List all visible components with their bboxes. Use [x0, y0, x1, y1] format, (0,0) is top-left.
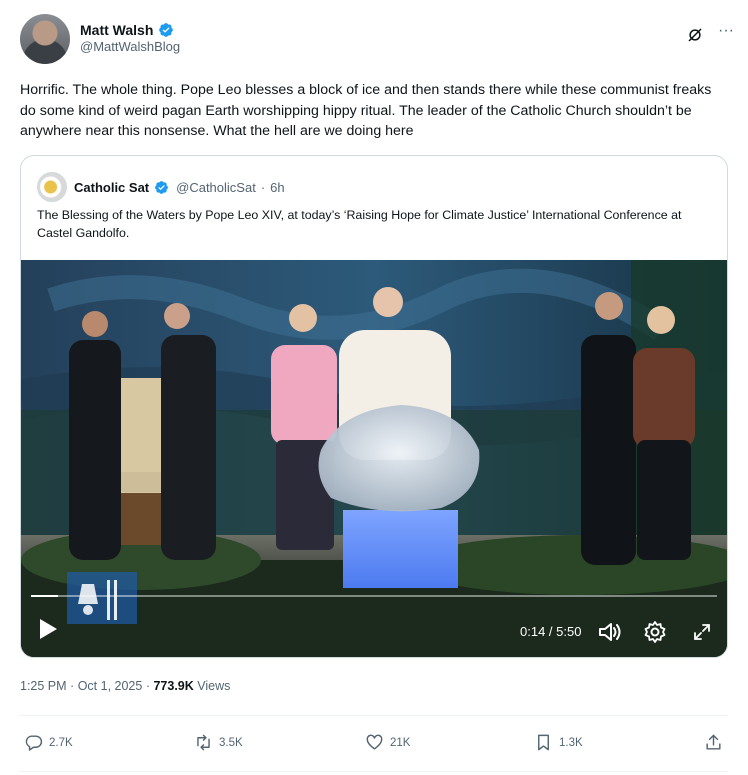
quoted-avatar[interactable]	[37, 172, 67, 202]
vatican-media-watermark	[67, 572, 137, 624]
like-count: 21K	[390, 736, 411, 749]
share-icon	[706, 734, 721, 750]
author-handle[interactable]: @MattWalshBlog	[80, 39, 180, 54]
action-bar: 2.7K 3.5K 21K 1.3K	[20, 733, 726, 759]
gear-icon[interactable]	[643, 620, 667, 644]
tweet-meta: 1:25 PM · Oct 1, 2025 · 773.9K Views	[20, 679, 230, 693]
verified-badge-icon	[159, 23, 174, 37]
meta-separator: ·	[70, 679, 75, 693]
tweet-text: Horrific. The whole thing. Pope Leo bles…	[20, 82, 712, 139]
play-icon[interactable]	[37, 617, 59, 641]
repost-button[interactable]: 3.5K	[194, 733, 243, 752]
repost-count: 3.5K	[219, 736, 243, 749]
tweet-header: Matt Walsh @MattWalshBlog ···	[20, 14, 736, 66]
quoted-tweet-header: Catholic Sat @CatholicSat · 6h	[37, 172, 285, 202]
video-player[interactable]: 0:14 / 5:50	[21, 260, 727, 657]
quoted-separator: ·	[260, 179, 266, 195]
quoted-text: The Blessing of the Waters by Pope Leo X…	[37, 208, 682, 240]
avatar[interactable]	[20, 14, 70, 64]
repost-icon	[197, 734, 210, 751]
divider	[20, 715, 728, 716]
video-progress-bar[interactable]	[31, 595, 717, 597]
verified-badge-icon	[155, 180, 169, 194]
author-name-row: Matt Walsh	[80, 22, 174, 38]
views-label: Views	[197, 679, 231, 693]
fullscreen-icon[interactable]	[693, 623, 711, 641]
reply-button[interactable]: 2.7K	[24, 733, 73, 752]
share-button[interactable]	[704, 733, 723, 752]
video-time-display: 0:14 / 5:50	[520, 624, 582, 639]
grok-icon[interactable]	[686, 26, 704, 44]
more-icon[interactable]: ···	[716, 23, 736, 44]
bookmark-button[interactable]: 1.3K	[534, 733, 583, 752]
reply-icon	[25, 735, 43, 751]
tweet-date[interactable]: Oct 1, 2025	[78, 679, 143, 693]
volume-icon[interactable]	[597, 620, 623, 644]
meta-separator: ·	[145, 679, 150, 693]
views-count: 773.9K	[153, 679, 194, 693]
tweet-time[interactable]: 1:25 PM	[20, 679, 67, 693]
divider	[20, 771, 728, 772]
heart-icon	[366, 734, 383, 750]
video-progress-fill	[31, 595, 59, 597]
reply-count: 2.7K	[49, 736, 73, 749]
quoted-handle[interactable]: @CatholicSat	[176, 180, 256, 195]
bookmark-count: 1.3K	[559, 736, 583, 749]
bookmark-icon	[538, 734, 549, 751]
quoted-display-name[interactable]: Catholic Sat	[74, 180, 149, 195]
author-display-name[interactable]: Matt Walsh	[80, 22, 153, 38]
quoted-timestamp[interactable]: 6h	[270, 180, 284, 195]
like-button[interactable]: 21K	[365, 733, 410, 752]
quoted-tweet[interactable]: Catholic Sat @CatholicSat · 6h The Bless…	[20, 155, 728, 658]
